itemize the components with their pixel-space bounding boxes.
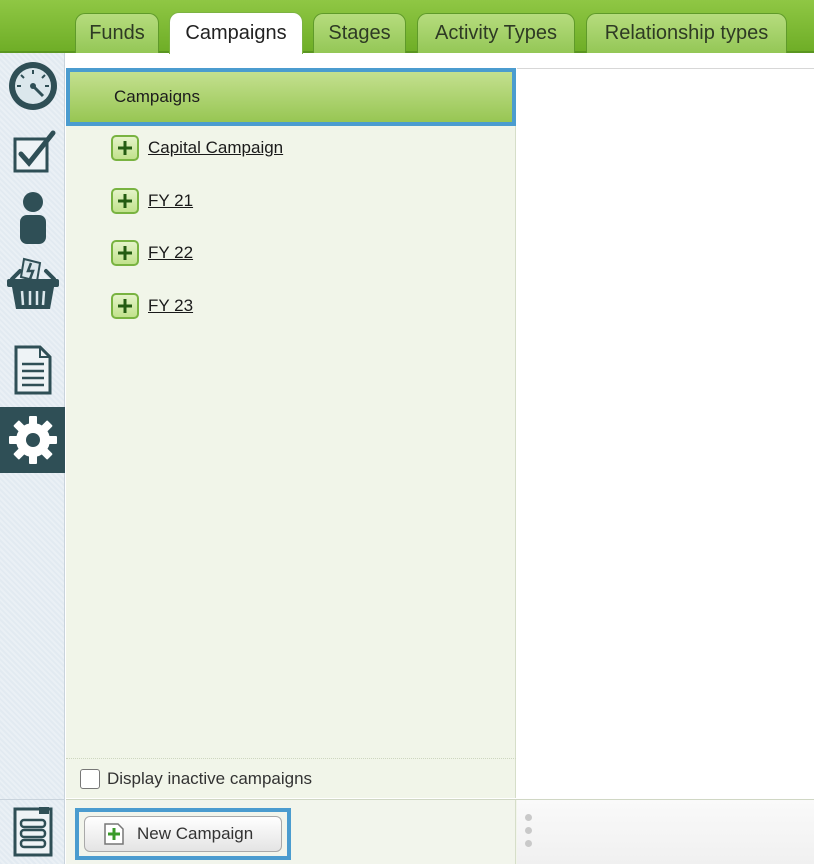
- settings-gear-icon: [8, 416, 57, 464]
- splitter-grip-icon[interactable]: [525, 814, 535, 854]
- expand-plus-icon[interactable]: [111, 240, 139, 266]
- rail-contacts[interactable]: [0, 185, 65, 251]
- rail-dashboard[interactable]: [0, 53, 65, 119]
- menu-list-icon: [13, 807, 52, 857]
- new-campaign-button[interactable]: New Campaign: [84, 816, 282, 852]
- rail-menu[interactable]: [0, 799, 65, 864]
- rail-reports[interactable]: [0, 337, 65, 403]
- new-campaign-label: New Campaign: [137, 824, 254, 843]
- detail-pane: [517, 68, 814, 798]
- expand-plus-icon[interactable]: [111, 293, 139, 319]
- tree-item-capital-campaign[interactable]: Capital Campaign: [111, 134, 283, 162]
- document-icon: [14, 345, 51, 395]
- tab-activity-types[interactable]: Activity Types: [417, 13, 575, 53]
- bottom-toolbar-left: New Campaign: [66, 800, 516, 864]
- display-inactive-checkbox[interactable]: [80, 768, 100, 789]
- tree-item-label[interactable]: FY 21: [148, 191, 193, 211]
- bottom-toolbar-right: [517, 800, 814, 864]
- tree-item-label[interactable]: FY 23: [148, 296, 193, 316]
- campaigns-root-label: Campaigns: [114, 87, 200, 106]
- tab-funds[interactable]: Funds: [75, 13, 159, 53]
- rail-donations[interactable]: [0, 251, 65, 317]
- display-inactive-row: Display inactive campaigns: [66, 758, 516, 798]
- new-campaign-highlight: New Campaign: [75, 808, 291, 860]
- new-document-plus-icon: [104, 823, 124, 845]
- rail-tasks[interactable]: [0, 119, 65, 185]
- tree-item-label[interactable]: Capital Campaign: [148, 138, 283, 158]
- top-tab-bar: Funds Campaigns Stages Activity Types Re…: [0, 0, 814, 54]
- tab-stages[interactable]: Stages: [313, 13, 406, 53]
- tree-item-fy23[interactable]: FY 23: [111, 292, 193, 320]
- dashboard-gauge-icon: [8, 62, 57, 110]
- bottom-toolbar: New Campaign: [66, 799, 814, 864]
- tab-campaigns[interactable]: Campaigns: [169, 12, 303, 54]
- expand-plus-icon[interactable]: [111, 188, 139, 214]
- left-nav-rail: [0, 53, 65, 864]
- person-icon: [19, 192, 46, 244]
- tab-relationship-types[interactable]: Relationship types: [586, 13, 787, 53]
- campaigns-root-node[interactable]: Campaigns: [66, 68, 516, 126]
- tree-item-fy22[interactable]: FY 22: [111, 239, 193, 267]
- expand-plus-icon[interactable]: [111, 135, 139, 161]
- rail-settings[interactable]: [0, 407, 65, 473]
- donation-basket-icon: [6, 257, 59, 309]
- checkbox-task-icon: [13, 130, 55, 173]
- campaign-tree-panel: Campaigns Capital Campaign FY 21 FY 22 F…: [66, 68, 516, 798]
- tree-item-label[interactable]: FY 22: [148, 243, 193, 263]
- display-inactive-label: Display inactive campaigns: [107, 768, 313, 788]
- tree-item-fy21[interactable]: FY 21: [111, 187, 193, 215]
